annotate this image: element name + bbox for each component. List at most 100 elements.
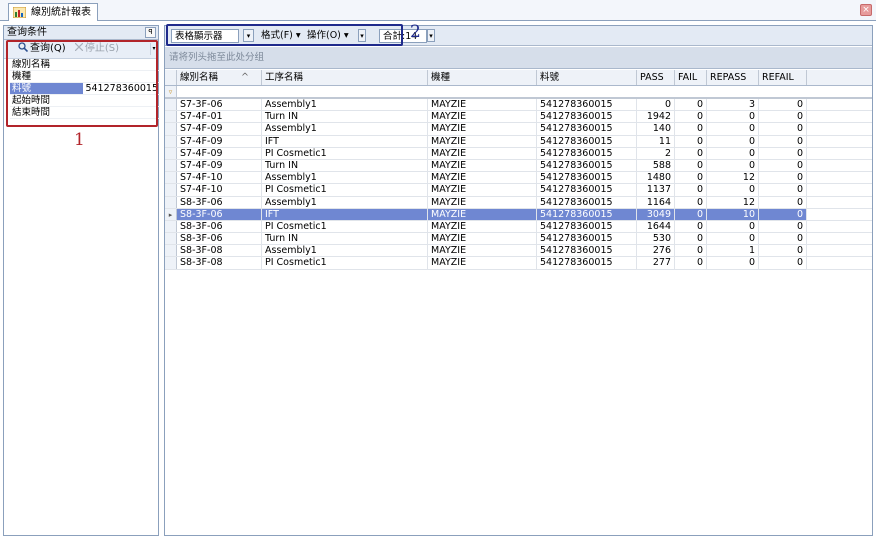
table-cell[interactable]: PI Cosmetic1 [262, 184, 428, 196]
table-cell[interactable]: MAYZIE [428, 208, 537, 220]
table-row[interactable]: S7-4F-09 IFT MAYZIE 541278360015 11 0 0 0 [165, 135, 872, 148]
table-cell[interactable]: 0 [707, 233, 759, 245]
table-cell[interactable]: 541278360015 [537, 184, 637, 196]
table-cell[interactable]: 541278360015 [537, 123, 637, 135]
column-header[interactable]: REFAIL [759, 70, 807, 85]
table-cell[interactable]: 0 [707, 123, 759, 135]
table-row[interactable]: S7-3F-06 Assembly1 MAYZIE 541278360015 0 0 3 0 [165, 99, 872, 112]
table-row[interactable]: S8-3F-06 Turn IN MAYZIE 541278360015 530 0 0 0 [165, 233, 872, 246]
table-cell[interactable]: 0 [759, 196, 807, 208]
table-cell[interactable]: 140 [637, 123, 675, 135]
table-cell[interactable]: S7-4F-09 [177, 135, 262, 147]
group-by-panel[interactable]: 请将列头拖至此处分组 [165, 47, 872, 69]
table-cell[interactable]: S7-4F-09 [177, 147, 262, 159]
row-indicator[interactable] [165, 172, 177, 184]
current-row-icon[interactable]: ▸ [165, 208, 177, 220]
table-cell[interactable]: 0 [707, 111, 759, 123]
table-cell[interactable]: 0 [759, 257, 807, 269]
table-cell[interactable]: 0 [759, 135, 807, 147]
row-indicator[interactable] [165, 99, 177, 111]
table-cell[interactable]: 541278360015 [537, 220, 637, 233]
table-cell[interactable]: MAYZIE [428, 257, 537, 269]
table-cell[interactable]: PI Cosmetic1 [262, 147, 428, 159]
table-cell[interactable]: 541278360015 [537, 111, 637, 123]
table-cell[interactable]: S8-3F-06 [177, 233, 262, 245]
table-cell[interactable]: 1644 [637, 220, 675, 233]
table-cell[interactable]: 0 [675, 245, 707, 257]
table-cell[interactable]: 0 [675, 196, 707, 208]
filter-icon[interactable]: ▿ [165, 86, 177, 97]
table-cell[interactable]: S7-4F-09 [177, 123, 262, 135]
table-cell[interactable]: MAYZIE [428, 111, 537, 123]
table-cell[interactable]: 0 [675, 123, 707, 135]
table-cell[interactable]: 541278360015 [537, 172, 637, 184]
table-cell[interactable]: 0 [707, 257, 759, 269]
table-cell[interactable]: IFT [262, 135, 428, 147]
table-cell[interactable]: PI Cosmetic1 [262, 220, 428, 233]
table-cell[interactable]: S7-4F-01 [177, 111, 262, 123]
row-indicator[interactable] [165, 196, 177, 208]
table-cell[interactable]: 0 [675, 257, 707, 269]
table-cell[interactable]: S8-3F-06 [177, 220, 262, 233]
column-header[interactable]: FAIL [675, 70, 707, 85]
table-cell[interactable]: 0 [675, 99, 707, 111]
table-cell[interactable]: 1164 [637, 196, 675, 208]
table-cell[interactable]: Turn IN [262, 111, 428, 123]
table-cell[interactable]: 0 [675, 172, 707, 184]
table-cell[interactable]: 541278360015 [537, 159, 637, 172]
table-cell[interactable]: Assembly1 [262, 196, 428, 208]
table-cell[interactable]: 1137 [637, 184, 675, 196]
table-row[interactable]: S7-4F-09 Assembly1 MAYZIE 541278360015 140 0 0… [165, 123, 872, 136]
table-row[interactable]: S8-3F-08 Assembly1 MAYZIE 541278360015 276 0 1… [165, 245, 872, 258]
table-cell[interactable]: MAYZIE [428, 196, 537, 208]
table-cell[interactable]: S8-3F-08 [177, 257, 262, 269]
table-cell[interactable]: 0 [759, 99, 807, 111]
table-cell[interactable]: 541278360015 [537, 233, 637, 245]
table-cell[interactable]: 0 [675, 147, 707, 159]
table-row[interactable]: S8-3F-06 Assembly1 MAYZIE 541278360015 1164 0… [165, 196, 872, 209]
table-cell[interactable]: 0 [707, 135, 759, 147]
table-cell[interactable]: MAYZIE [428, 99, 537, 111]
total-dropdown-icon[interactable]: ▾ [427, 29, 435, 42]
table-row[interactable]: S8-3F-06 PI Cosmetic1 MAYZIE 541278360015 16… [165, 220, 872, 234]
table-cell[interactable]: Assembly1 [262, 245, 428, 257]
column-header[interactable]: 料號 [537, 70, 637, 85]
table-cell[interactable]: 0 [759, 220, 807, 233]
table-row[interactable]: S7-4F-09 PI Cosmetic1 MAYZIE 541278360015 2 0… [165, 147, 872, 160]
row-indicator[interactable] [165, 233, 177, 245]
table-cell[interactable]: 541278360015 [537, 245, 637, 257]
table-cell[interactable]: Turn IN [262, 233, 428, 245]
row-indicator[interactable] [165, 123, 177, 135]
table-cell[interactable]: Assembly1 [262, 172, 428, 184]
table-cell[interactable]: 0 [675, 220, 707, 233]
table-cell[interactable]: 0 [675, 233, 707, 245]
table-cell[interactable]: 0 [675, 184, 707, 196]
table-cell[interactable]: 2 [637, 147, 675, 159]
table-cell[interactable]: 0 [707, 147, 759, 159]
table-cell[interactable]: 11 [637, 135, 675, 147]
table-cell[interactable]: 541278360015 [537, 208, 637, 220]
table-row[interactable]: S7-4F-10 Assembly1 MAYZIE 541278360015 1480 0… [165, 172, 872, 185]
table-cell[interactable]: 0 [759, 111, 807, 123]
column-header[interactable]: 機種 [428, 70, 537, 85]
table-cell[interactable]: 3049 [637, 208, 675, 220]
table-cell[interactable]: 541278360015 [537, 257, 637, 269]
table-cell[interactable]: IFT [262, 208, 428, 220]
table-cell[interactable]: 0 [759, 233, 807, 245]
table-cell[interactable]: MAYZIE [428, 147, 537, 159]
close-icon[interactable]: × [860, 4, 872, 16]
table-row[interactable]: S7-4F-09 Turn IN MAYZIE 541278360015 588 0 0 0 [165, 159, 872, 173]
table-cell[interactable]: 0 [675, 111, 707, 123]
table-cell[interactable]: 0 [759, 123, 807, 135]
pin-icon[interactable]: ꟼ [145, 27, 156, 38]
table-cell[interactable]: 276 [637, 245, 675, 257]
table-cell[interactable]: 1942 [637, 111, 675, 123]
table-cell[interactable]: S7-4F-10 [177, 172, 262, 184]
table-cell[interactable]: S7-4F-09 [177, 159, 262, 172]
table-cell[interactable]: S8-3F-08 [177, 245, 262, 257]
table-cell[interactable]: MAYZIE [428, 172, 537, 184]
column-header[interactable]: REPASS [707, 70, 759, 85]
row-indicator[interactable] [165, 257, 177, 269]
table-cell[interactable]: 0 [759, 172, 807, 184]
table-cell[interactable]: 0 [759, 245, 807, 257]
